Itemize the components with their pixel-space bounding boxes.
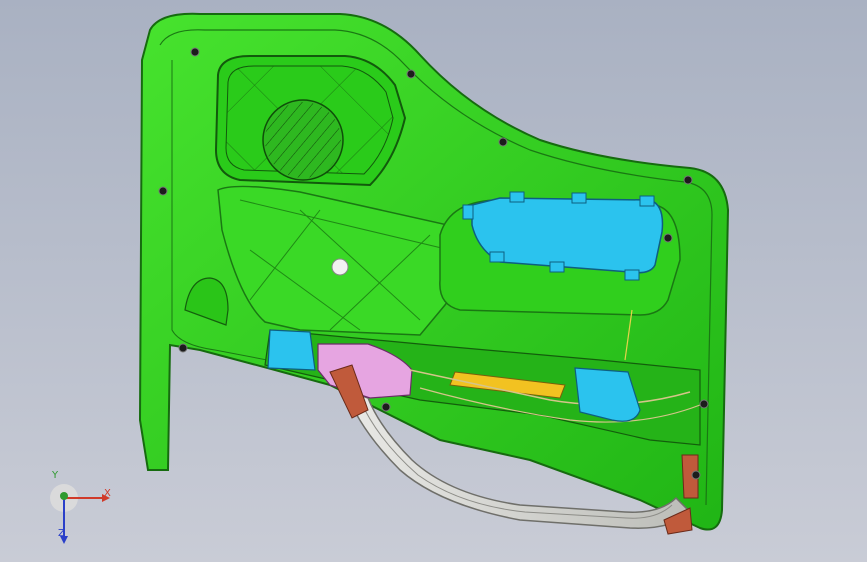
door-panel-model[interactable] bbox=[0, 0, 867, 562]
axis-triad: X Y Z bbox=[40, 470, 120, 548]
clip-hole bbox=[331, 258, 349, 276]
axis-y-label: Y bbox=[52, 470, 59, 481]
3d-viewport[interactable]: X Y Z bbox=[0, 0, 867, 562]
axis-z-label: Z bbox=[58, 528, 65, 539]
axis-x-label: X bbox=[104, 488, 111, 499]
connector-block-left bbox=[267, 329, 316, 371]
